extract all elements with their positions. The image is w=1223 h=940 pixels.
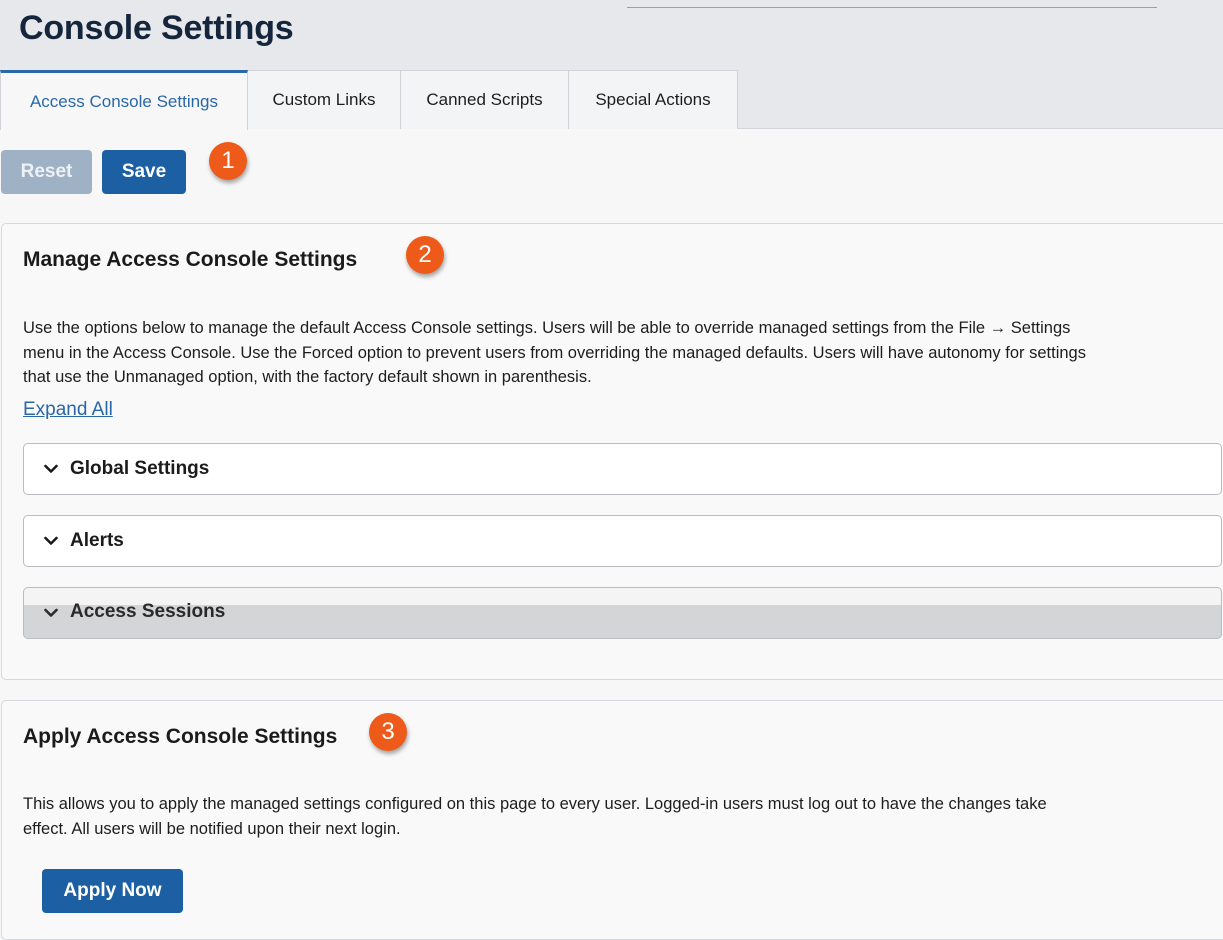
reset-button[interactable]: Reset	[1, 150, 92, 194]
accordion-label: Access Sessions	[70, 601, 226, 622]
callout-badge-3: 3	[369, 713, 407, 751]
tab-label: Access Console Settings	[29, 91, 219, 111]
manage-description-line: menu in the Access Console. Use the Forc…	[23, 343, 1086, 362]
tab-access-console-settings[interactable]: Access Console Settings	[0, 70, 248, 130]
chevron-down-icon	[44, 534, 58, 548]
tab-bar: Access Console Settings Custom Links Can…	[0, 70, 738, 130]
manage-settings-panel: Manage Access Console Settings Use the o…	[1, 223, 1223, 680]
callout-badge-1: 1	[209, 142, 247, 180]
tab-special-actions[interactable]: Special Actions	[569, 70, 738, 129]
tab-canned-scripts[interactable]: Canned Scripts	[401, 70, 569, 129]
manage-description-line: Use the options below to manage the defa…	[23, 319, 1071, 337]
tab-label: Special Actions	[595, 90, 711, 109]
tab-custom-links[interactable]: Custom Links	[248, 70, 401, 129]
apply-now-button[interactable]: Apply Now	[42, 869, 183, 913]
manage-description: Use the options below to manage the defa…	[23, 316, 1223, 390]
accordion-global-settings[interactable]: Global Settings	[23, 443, 1222, 495]
accordion-label: Global Settings	[70, 458, 210, 479]
manage-section-title: Manage Access Console Settings	[23, 248, 358, 271]
page-header: Console Settings Access Console Settings…	[0, 0, 1223, 130]
tab-label: Custom Links	[272, 90, 376, 109]
accordion-access-sessions[interactable]: Access Sessions	[23, 587, 1222, 639]
manage-description-line: that use the Unmanaged option, with the …	[23, 368, 592, 386]
accordion-alerts[interactable]: Alerts	[23, 515, 1222, 567]
chevron-down-icon	[44, 462, 58, 476]
expand-all-link[interactable]: Expand All	[23, 399, 113, 421]
apply-section-title: Apply Access Console Settings	[23, 725, 338, 748]
callout-badge-2: 2	[406, 236, 444, 274]
tab-label: Canned Scripts	[426, 90, 543, 109]
apply-description-line: This allows you to apply the managed set…	[23, 795, 1047, 813]
page-title: Console Settings	[19, 9, 294, 47]
save-button[interactable]: Save	[102, 150, 186, 194]
accordion-label: Alerts	[70, 530, 124, 551]
header-divider	[627, 7, 1157, 8]
apply-description: This allows you to apply the managed set…	[23, 792, 1223, 841]
apply-settings-panel: Apply Access Console Settings This allow…	[1, 700, 1223, 940]
chevron-down-icon	[44, 606, 58, 620]
apply-description-line: effect. All users will be notified upon …	[23, 819, 401, 838]
